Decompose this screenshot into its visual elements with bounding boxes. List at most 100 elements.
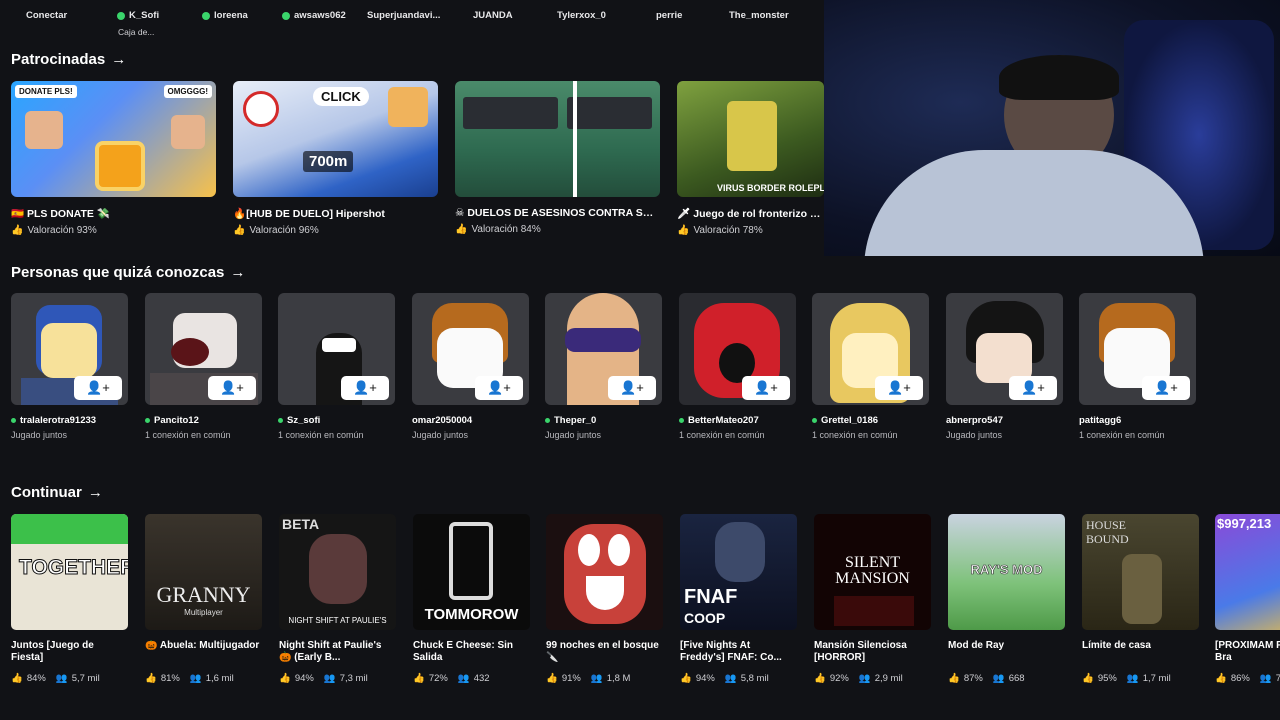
sponsored-card[interactable]: DONATE PLS! OMGGGG! 🇪🇸 PLS DONATE 💸 👍 Val… (11, 81, 216, 236)
game-name: Juntos [Juego de Fiesta] (11, 640, 94, 663)
add-friend-button[interactable]: 👤+ (208, 376, 256, 400)
thumbs-up-icon: 👍 (1215, 673, 1227, 684)
players-text: 1,8 M (606, 673, 631, 684)
game-thumbnail: FNAF COOP (680, 514, 797, 630)
thumbnail-text: RAY'S MOD (970, 562, 1043, 578)
webcam-overlay (824, 0, 1280, 256)
section-title-continue[interactable]: Continuar → (11, 484, 103, 501)
avatar: 👤+ (278, 293, 395, 405)
game-card[interactable]: 99 noches en el bosque 🔪 👍 91% 👥 1,8 M (546, 514, 663, 684)
connect-button[interactable]: Conectar (26, 10, 67, 21)
sponsored-card[interactable]: ☠ DUELOS DE ASESINOS CONTRA SHE... 👍 Valo… (455, 81, 660, 235)
cap (999, 55, 1119, 100)
rating-text: Valoración 78% (693, 225, 763, 236)
avatar: 👤+ (545, 293, 662, 405)
friend-name: perrie (656, 10, 683, 21)
friend-item[interactable]: JUANDA (473, 10, 513, 21)
friend-item[interactable]: Superjuandavi... (367, 10, 440, 21)
add-friend-icon: 👤+ (620, 380, 644, 395)
players-text: 7 (1275, 673, 1280, 684)
add-friend-button[interactable]: 👤+ (1009, 376, 1057, 400)
game-name: ☠ DUELOS DE ASESINOS CONTRA SHE... (455, 207, 660, 219)
person-subtitle: 1 conexión en común (1079, 430, 1165, 440)
add-friend-icon: 👤+ (220, 380, 244, 395)
person-card[interactable]: 👤+ BetterMateo207 1 conexión en común (679, 293, 796, 440)
players-icon: 👥 (992, 673, 1005, 684)
person-card[interactable]: 👤+ Pancito12 1 conexión en común (145, 293, 262, 440)
person-card[interactable]: 👤+ omar2050004 Jugado juntos (412, 293, 529, 440)
add-friend-button[interactable]: 👤+ (74, 376, 122, 400)
person-name-text: Pancito12 (154, 415, 199, 426)
person-card[interactable]: 👤+ tralalerotra91233 Jugado juntos (11, 293, 128, 440)
players-icon: 👥 (858, 673, 871, 684)
add-friend-button[interactable]: 👤+ (608, 376, 656, 400)
thumbs-up-icon: 👍 (145, 673, 157, 684)
rating-text: 87% (963, 673, 983, 684)
avatar-head (171, 115, 205, 149)
thumbnail-text: BETA (282, 516, 320, 532)
add-friend-button[interactable]: 👤+ (742, 376, 790, 400)
game-card[interactable]: $997,213 [PRÓXIMAM Roba un Bra 👍86% 👥7 (1215, 514, 1280, 684)
friend-name: loreena (214, 10, 248, 21)
add-friend-button[interactable]: 👤+ (341, 376, 389, 400)
friend-item[interactable]: awsaws062 (282, 10, 346, 21)
rating-text: 94% (294, 673, 314, 684)
thumbs-up-icon: 👍 (677, 225, 690, 236)
section-title-sponsored[interactable]: Patrocinadas → (11, 51, 126, 68)
game-card[interactable]: TOGETHER Juntos [Juego de Fiesta] 👍 84% 👥 5… (11, 514, 128, 684)
friend-name: JUANDA (473, 10, 513, 21)
players-text: 5,8 mil (740, 673, 769, 684)
person-card[interactable]: 👤+ patitagg6 1 conexión en común (1079, 293, 1196, 440)
friend-item[interactable]: loreena (202, 10, 248, 21)
game-thumbnail: GRANNY Multiplayer (145, 514, 262, 630)
online-indicator (202, 11, 210, 20)
players-text: 7,3 mil (339, 673, 368, 684)
person-card[interactable]: 👤+ Sz_sofi 1 conexión en común (278, 293, 395, 440)
person-name: omar2050004 (412, 415, 529, 426)
scoreboard (567, 97, 652, 129)
friend-item[interactable]: K_Sofi (117, 10, 159, 21)
game-card[interactable]: FNAF COOP [Five Nights At Freddy's] FNAF… (680, 514, 797, 684)
avatar: 👤+ (679, 293, 796, 405)
friend-item[interactable]: The_monster (729, 10, 789, 21)
game-thumbnail: BETA NIGHT SHIFT AT PAULIE'S (279, 514, 396, 630)
section-title-text: Continuar (11, 484, 82, 501)
avatar: 👤+ (412, 293, 529, 405)
person-card[interactable]: 👤+ abnerpro547 Jugado juntos (946, 293, 1063, 440)
add-friend-button[interactable]: 👤+ (875, 376, 923, 400)
person-subtitle: Jugado juntos (412, 430, 469, 440)
section-title-text: Patrocinadas (11, 51, 106, 68)
game-card[interactable]: BETA NIGHT SHIFT AT PAULIE'S Night Shift… (279, 514, 396, 684)
players-icon: 👥 (1259, 673, 1272, 684)
person-card[interactable]: 👤+ Theper_0 Jugado juntos (545, 293, 662, 440)
game-name: Chuck E Cheese: Sin Salida (413, 640, 514, 663)
game-card[interactable]: TOMMOROW Chuck E Cheese: Sin Salida 👍 72%… (413, 514, 530, 684)
game-stats: 👍 94% 👥 5,8 mil (680, 673, 797, 684)
add-friend-button[interactable]: 👤+ (475, 376, 523, 400)
players-text: 1,6 mil (205, 673, 234, 684)
game-name: 🎃 Abuela: Multijugador (145, 640, 260, 651)
thumbnail-subtext: COOP (684, 610, 726, 626)
person-subtitle: 1 conexión en común (812, 430, 898, 440)
game-name: Night Shift at Paulie's 🎃 (Early B... (279, 640, 382, 663)
game-card[interactable]: SILENT MANSION Mansión Silenciosa [HORRO… (814, 514, 931, 684)
game-card[interactable]: RAY'S MOD Mod de Ray 👍 87% 👥 668 (948, 514, 1065, 684)
game-card[interactable]: HOUSE BOUND Límite de casa 👍 95% 👥 1,7 mil (1082, 514, 1199, 684)
avatar: 👤+ (812, 293, 929, 405)
friend-item[interactable]: Tylerxox_0 (557, 10, 606, 21)
person-name: abnerpro547 (946, 415, 1063, 426)
person-card[interactable]: 👤+ Grettel_0186 1 conexión en común (812, 293, 929, 440)
sponsored-card[interactable]: VIRUS BORDER ROLEPL 🗡 Juego de rol front… (677, 81, 824, 236)
section-title-people[interactable]: Personas que quizá conozcas → (11, 264, 245, 281)
avatar: 👤+ (1079, 293, 1196, 405)
person-subtitle: Jugado juntos (11, 430, 68, 440)
avatar-head (388, 87, 428, 127)
avatar: 👤+ (946, 293, 1063, 405)
thumbnail-badge: OMGGGG! (163, 85, 212, 98)
game-card[interactable]: GRANNY Multiplayer 🎃 Abuela: Multijugado… (145, 514, 262, 684)
sponsored-card[interactable]: CLICK 700m 🔥[HUB DE DUELO] Hipershot 👍 Va… (233, 81, 438, 236)
friend-item[interactable]: perrie (656, 10, 682, 21)
person-name-text: Theper_0 (554, 415, 597, 426)
rating-text: Valoración 93% (27, 225, 97, 236)
add-friend-button[interactable]: 👤+ (1142, 376, 1190, 400)
